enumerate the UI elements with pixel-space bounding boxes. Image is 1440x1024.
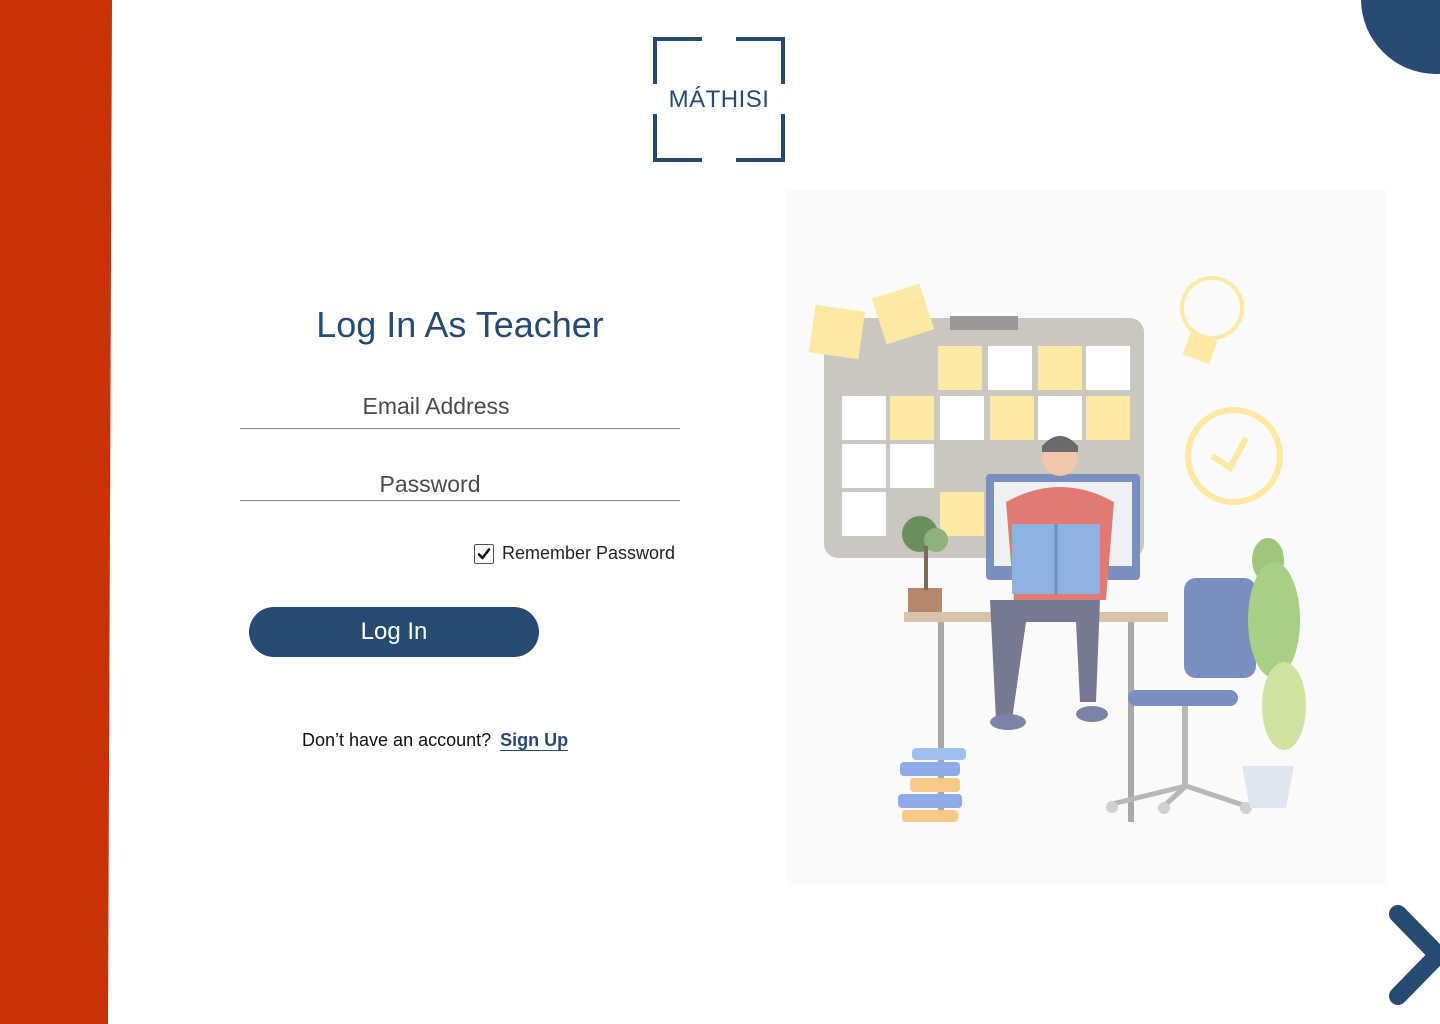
email-field[interactable] bbox=[216, 388, 656, 424]
workspace-illustration-icon bbox=[808, 276, 1306, 822]
login-page: MÁTHISI Log In As Teacher Remember Passw… bbox=[0, 0, 1440, 1024]
password-field-wrapper bbox=[210, 468, 680, 501]
signup-prompt-row: Don’t have an account? Sign Up bbox=[302, 730, 569, 751]
logo-text: MÁTHISI bbox=[668, 86, 770, 113]
check-icon bbox=[477, 547, 491, 559]
chevron-right-icon bbox=[1389, 905, 1440, 1005]
email-field-wrapper bbox=[216, 388, 680, 429]
decorative-left-stripe bbox=[0, 0, 112, 1024]
teacher-illustration bbox=[786, 190, 1386, 884]
remember-password-checkbox[interactable] bbox=[474, 543, 494, 564]
password-field[interactable] bbox=[210, 468, 650, 500]
signup-link[interactable]: Sign Up bbox=[500, 730, 569, 751]
remember-password-label: Remember Password bbox=[502, 543, 676, 563]
decorative-corner-circle bbox=[1361, 0, 1440, 74]
next-page-button[interactable] bbox=[1386, 904, 1440, 1006]
login-button[interactable]: Log In bbox=[249, 607, 539, 657]
signup-prompt-text: Don’t have an account? bbox=[302, 730, 492, 750]
page-title: Log In As Teacher bbox=[316, 304, 604, 345]
mathisi-logo: MÁTHISI bbox=[652, 36, 786, 164]
remember-password-row[interactable]: Remember Password bbox=[474, 543, 675, 564]
